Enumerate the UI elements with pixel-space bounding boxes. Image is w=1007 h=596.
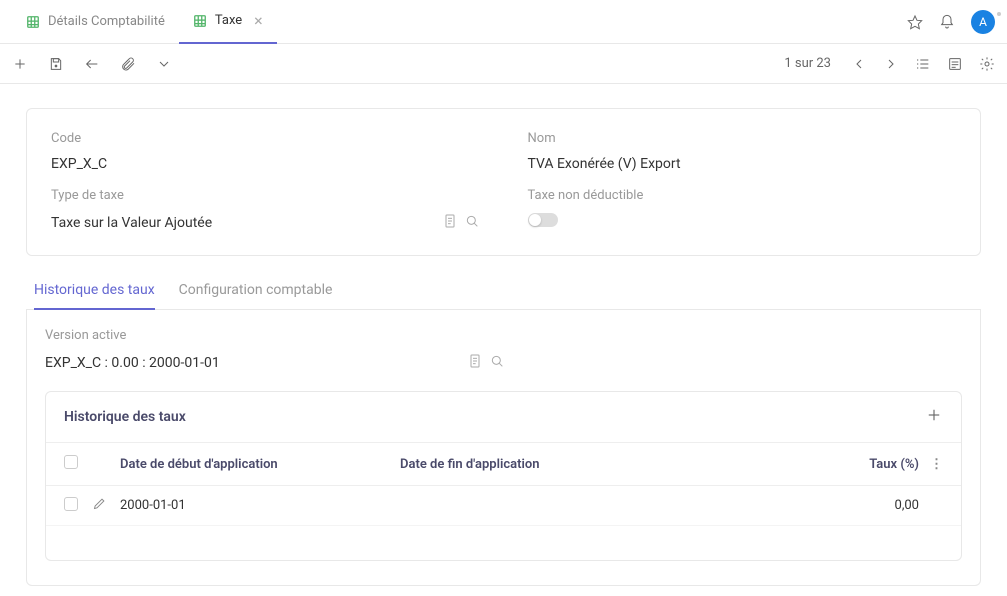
subtab-history[interactable]: Historique des taux <box>34 272 155 310</box>
subtab-label: Configuration comptable <box>179 282 333 298</box>
sub-tabs: Historique des taux Configuration compta… <box>26 272 981 310</box>
add-icon[interactable] <box>12 56 28 72</box>
star-icon[interactable] <box>907 14 923 30</box>
list-view-icon[interactable] <box>915 56 931 72</box>
cell-start: 2000-01-01 <box>120 498 400 513</box>
field-nondeductible: Taxe non déductible <box>528 188 957 233</box>
col-rate-header[interactable]: Taux (%) <box>680 457 927 472</box>
avatar[interactable]: A <box>971 10 995 34</box>
search-icon[interactable] <box>489 353 505 373</box>
save-icon[interactable] <box>48 56 64 72</box>
toolbar-left <box>12 56 172 72</box>
grid-card: Historique des taux Date de début d'appl… <box>45 391 962 561</box>
top-actions: A <box>907 10 995 34</box>
back-icon[interactable] <box>84 56 100 72</box>
col-end-header[interactable]: Date de fin d'application <box>400 457 680 472</box>
grid-title: Historique des taux <box>64 409 925 425</box>
gear-icon[interactable] <box>979 56 995 72</box>
table-row[interactable]: 2000-01-01 0,00 <box>46 486 961 526</box>
field-label: Version active <box>45 328 505 343</box>
toggle-nondeductible[interactable] <box>528 213 558 227</box>
attachment-icon[interactable] <box>120 56 136 72</box>
tab-bar: Détails Comptabilité Taxe × A <box>0 0 1007 44</box>
form-card: Code EXP_X_C Nom TVA Exonérée (V) Export… <box>26 108 981 256</box>
field-value[interactable]: TVA Exonérée (V) Export <box>528 156 957 172</box>
field-label: Nom <box>528 131 957 146</box>
field-taxtype: Type de taxe Taxe sur la Valeur Ajoutée <box>51 188 480 233</box>
toolbar-right: 1 sur 23 <box>784 56 995 72</box>
form-view-icon[interactable] <box>947 56 963 72</box>
col-check <box>64 455 92 473</box>
field-label: Type de taxe <box>51 188 480 203</box>
field-value[interactable]: EXP_X_C <box>51 156 480 172</box>
form-row: Type de taxe Taxe sur la Valeur Ajoutée … <box>51 188 956 233</box>
chevron-left-icon[interactable] <box>851 56 867 72</box>
grid-icon <box>26 15 40 29</box>
field-name: Nom TVA Exonérée (V) Export <box>528 131 957 172</box>
grid-icon <box>193 14 207 28</box>
field-label: Taxe non déductible <box>528 188 957 203</box>
add-row-icon[interactable] <box>925 406 943 428</box>
field-code: Code EXP_X_C <box>51 131 480 172</box>
field-value[interactable]: EXP_X_C : 0.00 : 2000-01-01 <box>45 355 467 371</box>
form-row: Code EXP_X_C Nom TVA Exonérée (V) Export <box>51 131 956 172</box>
cell-rate: 0,00 <box>680 498 927 513</box>
tabs: Détails Comptabilité Taxe × <box>12 0 907 44</box>
table-header: Date de début d'application Date de fin … <box>46 443 961 486</box>
dropdown-icon[interactable] <box>156 56 172 72</box>
sub-card: Version active EXP_X_C : 0.00 : 2000-01-… <box>26 310 981 586</box>
close-icon[interactable]: × <box>254 13 263 29</box>
field-version: Version active EXP_X_C : 0.00 : 2000-01-… <box>45 328 505 373</box>
col-check <box>64 497 92 515</box>
field-label: Code <box>51 131 480 146</box>
tab-details-comptabilite[interactable]: Détails Comptabilité <box>12 0 179 44</box>
checkbox-all[interactable] <box>64 455 78 469</box>
table-empty-space <box>46 526 961 560</box>
subtab-label: Historique des taux <box>34 282 155 298</box>
tab-label: Détails Comptabilité <box>48 14 165 29</box>
pager-text: 1 sur 23 <box>784 56 831 71</box>
form-area: Code EXP_X_C Nom TVA Exonérée (V) Export… <box>0 84 1007 586</box>
chevron-right-icon[interactable] <box>883 56 899 72</box>
grid-header: Historique des taux <box>46 392 961 443</box>
details-icon[interactable] <box>467 353 483 373</box>
bell-icon[interactable] <box>939 14 955 30</box>
details-icon[interactable] <box>442 213 458 233</box>
subtab-config[interactable]: Configuration comptable <box>179 272 333 309</box>
toolbar: 1 sur 23 <box>0 44 1007 84</box>
field-value[interactable]: Taxe sur la Valeur Ajoutée <box>51 215 442 231</box>
tab-taxe[interactable]: Taxe × <box>179 0 277 44</box>
edit-row-icon[interactable] <box>92 496 120 515</box>
tab-label: Taxe <box>215 13 242 28</box>
checkbox-row[interactable] <box>64 497 78 511</box>
avatar-letter: A <box>979 15 987 29</box>
search-icon[interactable] <box>464 213 480 233</box>
col-start-header[interactable]: Date de début d'application <box>120 457 400 472</box>
col-menu-icon[interactable]: ⋮ <box>927 457 943 472</box>
